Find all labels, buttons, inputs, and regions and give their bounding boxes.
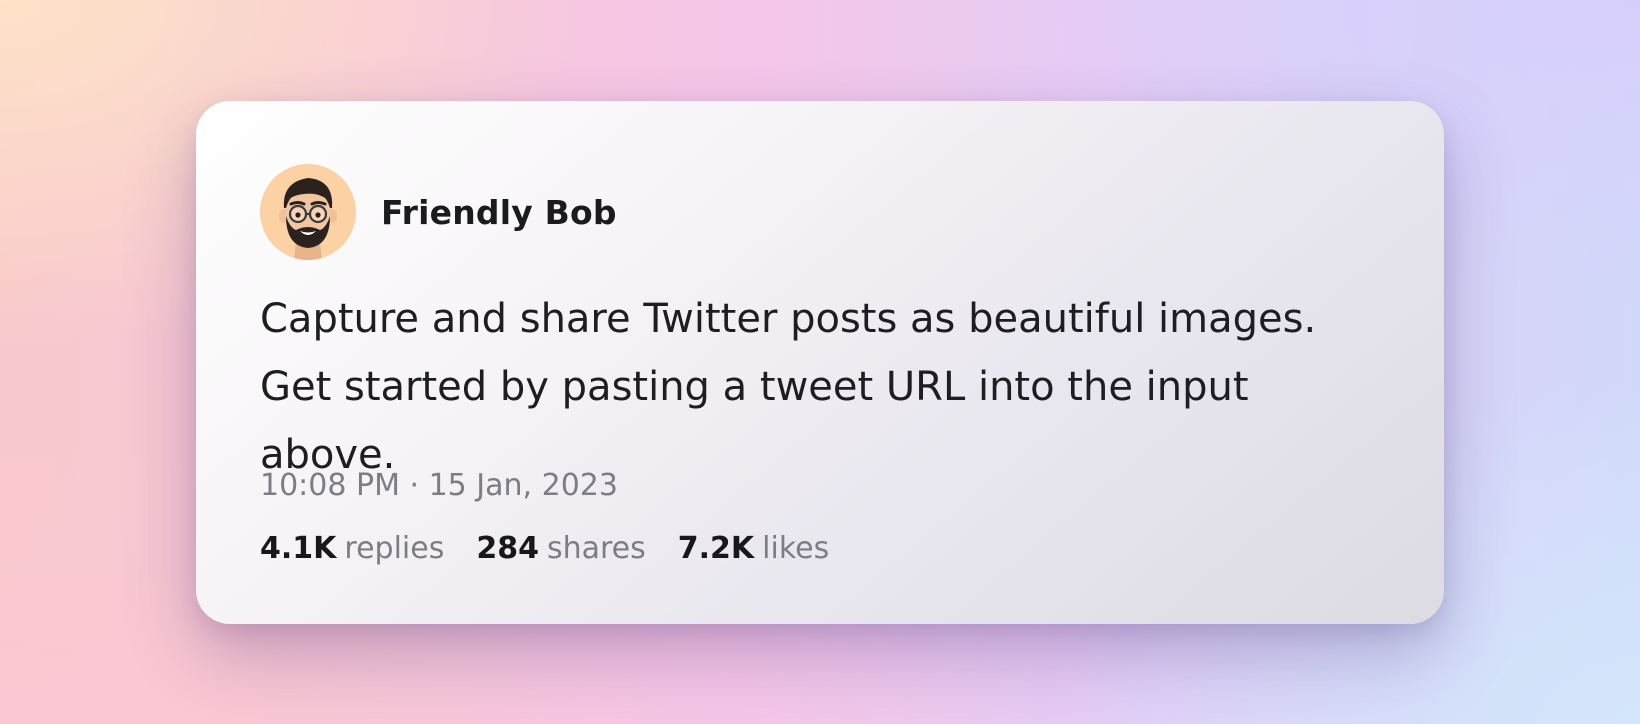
tweet-timestamp: 10:08 PM · 15 Jan, 2023 xyxy=(260,468,618,503)
shares-stat: 284 shares xyxy=(476,531,645,566)
memoji-avatar-icon xyxy=(279,178,337,260)
replies-stat: 4.1K replies xyxy=(260,531,444,566)
likes-stat: 7.2K likes xyxy=(678,531,829,566)
tweet-text: Capture and share Twitter posts as beaut… xyxy=(260,296,1317,478)
replies-count: 4.1K xyxy=(260,531,337,566)
shares-count: 284 xyxy=(476,531,539,566)
tweet-author: Friendly Bob xyxy=(260,164,617,260)
likes-label: likes xyxy=(762,531,830,566)
likes-count: 7.2K xyxy=(677,531,755,566)
shares-label: shares xyxy=(546,531,646,566)
author-name: Friendly Bob xyxy=(381,192,617,232)
replies-label: replies xyxy=(344,531,445,566)
tweet-card: Friendly Bob Capture and share Twitter p… xyxy=(196,101,1444,624)
tweet-stats: 4.1K replies 284 shares 7.2K likes xyxy=(260,531,861,566)
avatar xyxy=(260,164,356,260)
